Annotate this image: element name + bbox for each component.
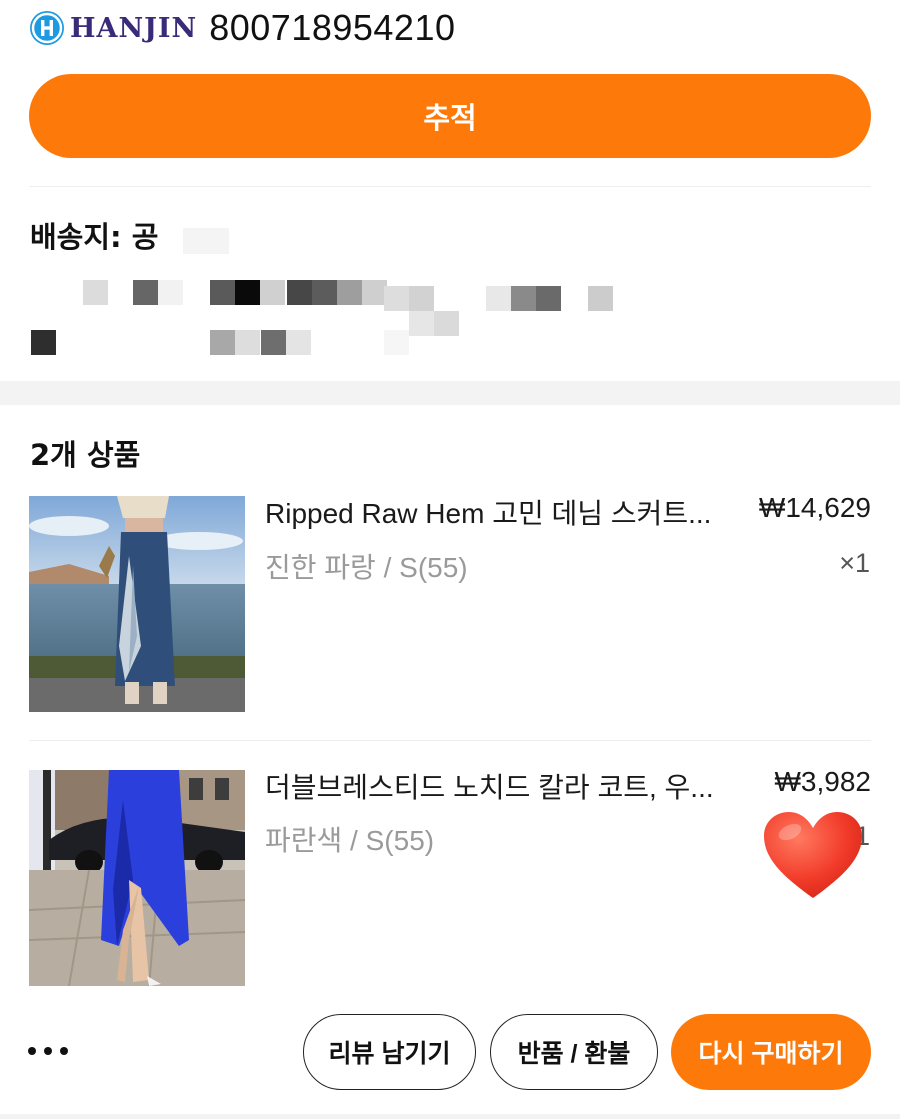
hanjin-logo-icon [30,11,64,45]
delivery-address-title: 배송지: 공 [30,220,159,254]
product-name[interactable]: 더블브레스티드 노치드 칼라 코트, 우... [265,766,745,806]
product-price: ₩3,982 [774,766,872,797]
divider [29,740,871,741]
denim-skirt-photo[interactable] [29,496,245,712]
blue-coat-photo[interactable] [29,770,245,986]
more-horizontal-icon [28,1047,36,1055]
write-review-button[interactable]: 리뷰 남기기 [303,1014,476,1090]
carrier-tracking-row: HANJIN 800718954210 [30,6,456,50]
product-variant: 파란색 / S(55) [265,825,435,856]
bottom-divider [0,1114,900,1119]
return-refund-button[interactable]: 반품 / 환불 [490,1014,658,1090]
section-separator [0,381,900,405]
carrier-name: HANJIN [70,12,198,44]
items-count-heading: 2개 상품 [30,438,141,472]
product-quantity: ×1 [839,548,870,578]
product-variant: 진한 파랑 / S(55) [265,552,468,583]
heart-icon [762,810,864,902]
tracking-number[interactable]: 800718954210 [209,7,455,49]
carrier-logo: HANJIN [30,11,197,45]
divider [29,186,871,187]
product-name[interactable]: Ripped Raw Hem 고민 데님 스커트... [265,492,745,532]
product-price: ₩14,629 [758,492,871,523]
more-options-button[interactable] [28,1036,68,1066]
buy-again-button[interactable]: 다시 구매하기 [671,1014,871,1090]
track-shipment-button[interactable]: 추적 [29,74,871,158]
